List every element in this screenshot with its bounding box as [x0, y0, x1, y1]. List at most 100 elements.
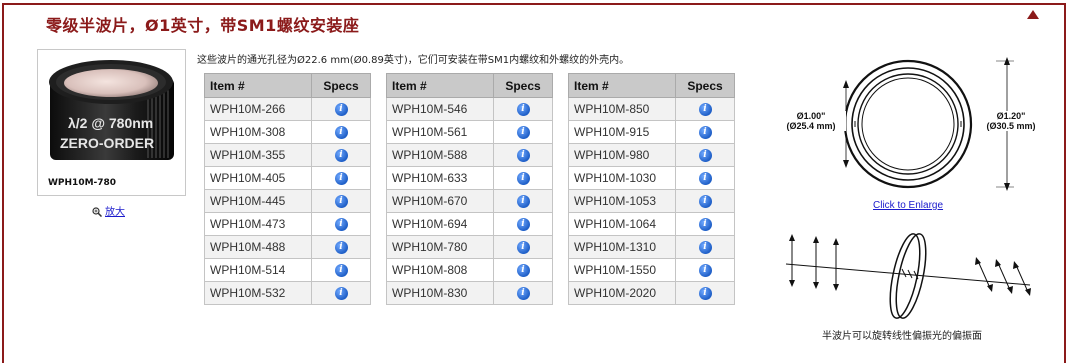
table-row: WPH10M-780 i: [386, 235, 553, 259]
specs-cell: i: [311, 212, 371, 236]
specs-cell: i: [311, 189, 371, 213]
info-icon[interactable]: i: [698, 103, 712, 117]
inner-diameter-inch: Ø1.00": [796, 111, 826, 121]
info-icon[interactable]: i: [516, 195, 530, 209]
specs-cell: i: [493, 120, 553, 144]
table-row: WPH10M-532 i: [204, 281, 371, 305]
table-row: WPH10M-588 i: [386, 143, 553, 167]
specs-cell: i: [311, 258, 371, 282]
product-caption: WPH10M-780: [48, 178, 117, 188]
specs-cell: i: [675, 281, 735, 305]
info-icon[interactable]: i: [698, 172, 712, 186]
item-number: WPH10M-532: [204, 281, 312, 305]
specs-cell: i: [493, 258, 553, 282]
product-image-box[interactable]: λ/2 @ 780nm ZERO-ORDER WPH10M-780: [37, 49, 186, 196]
info-icon[interactable]: i: [334, 218, 348, 232]
info-icon[interactable]: i: [698, 126, 712, 140]
zoom-label: 放大: [105, 207, 125, 218]
info-icon[interactable]: i: [698, 218, 712, 232]
item-number: WPH10M-561: [386, 120, 494, 144]
info-icon[interactable]: i: [334, 241, 348, 255]
info-icon[interactable]: i: [698, 241, 712, 255]
item-number: WPH10M-355: [204, 143, 312, 167]
table-row: WPH10M-694 i: [386, 212, 553, 236]
inner-diameter-label: Ø1.00" (Ø25.4 mm): [776, 111, 846, 131]
specs-cell: i: [311, 143, 371, 167]
specs-cell: i: [311, 281, 371, 305]
item-number: WPH10M-1550: [568, 258, 676, 282]
item-number: WPH10M-488: [204, 235, 312, 259]
click-to-enlarge-link[interactable]: Click to Enlarge: [873, 200, 943, 211]
product-table-2: Item # Specs WPH10M-546 i WPH10M-561 i WPH10…: [386, 73, 553, 305]
specs-cell: i: [493, 281, 553, 305]
table-row: WPH10M-1053 i: [568, 189, 735, 213]
item-number: WPH10M-588: [386, 143, 494, 167]
specs-column-header: Specs: [675, 73, 735, 98]
item-number: WPH10M-1064: [568, 212, 676, 236]
info-icon[interactable]: i: [516, 103, 530, 117]
table-row: WPH10M-808 i: [386, 258, 553, 282]
specs-cell: i: [311, 166, 371, 190]
specs-cell: i: [675, 120, 735, 144]
item-number: WPH10M-445: [204, 189, 312, 213]
table-row: WPH10M-445 i: [204, 189, 371, 213]
lens-text-order: ZERO-ORDER: [60, 135, 154, 151]
info-icon[interactable]: i: [516, 149, 530, 163]
info-icon[interactable]: i: [698, 287, 712, 301]
info-icon[interactable]: i: [698, 195, 712, 209]
magnifier-icon: [92, 207, 102, 217]
info-icon[interactable]: i: [334, 287, 348, 301]
wave-caption: 半波片可以旋转线性偏振光的偏振面: [822, 331, 982, 342]
lens-text-wavelength: λ/2 @ 780nm: [68, 115, 153, 131]
item-number: WPH10M-1030: [568, 166, 676, 190]
item-number: WPH10M-266: [204, 97, 312, 121]
item-column-header: Item #: [204, 73, 312, 98]
table-row: WPH10M-980 i: [568, 143, 735, 167]
table-row: WPH10M-473 i: [204, 212, 371, 236]
table-row: WPH10M-1310 i: [568, 235, 735, 259]
back-to-top-icon[interactable]: [1027, 10, 1039, 19]
item-number: WPH10M-808: [386, 258, 494, 282]
info-icon[interactable]: i: [334, 195, 348, 209]
info-icon[interactable]: i: [516, 241, 530, 255]
info-icon[interactable]: i: [334, 126, 348, 140]
info-icon[interactable]: i: [334, 149, 348, 163]
table-row: WPH10M-266 i: [204, 97, 371, 121]
item-number: WPH10M-670: [386, 189, 494, 213]
item-number: WPH10M-830: [386, 281, 494, 305]
table-row: WPH10M-2020 i: [568, 281, 735, 305]
zoom-link[interactable]: 放大: [92, 203, 125, 218]
item-number: WPH10M-308: [204, 120, 312, 144]
specs-cell: i: [311, 97, 371, 121]
specs-cell: i: [675, 189, 735, 213]
table-row: WPH10M-488 i: [204, 235, 371, 259]
info-icon[interactable]: i: [698, 149, 712, 163]
info-icon[interactable]: i: [334, 172, 348, 186]
info-icon[interactable]: i: [516, 264, 530, 278]
outer-diameter-inch: Ø1.20": [996, 111, 1026, 121]
info-icon[interactable]: i: [334, 264, 348, 278]
specs-cell: i: [675, 235, 735, 259]
specs-cell: i: [493, 166, 553, 190]
specs-cell: i: [493, 97, 553, 121]
info-icon[interactable]: i: [516, 287, 530, 301]
info-icon[interactable]: i: [516, 172, 530, 186]
specs-column-header: Specs: [311, 73, 371, 98]
info-icon[interactable]: i: [516, 218, 530, 232]
info-icon[interactable]: i: [334, 103, 348, 117]
specs-cell: i: [493, 235, 553, 259]
specs-cell: i: [675, 97, 735, 121]
info-icon[interactable]: i: [698, 264, 712, 278]
table-row: WPH10M-1064 i: [568, 212, 735, 236]
product-table-3: Item # Specs WPH10M-850 i WPH10M-915 i WPH10…: [568, 73, 735, 305]
specs-cell: i: [675, 143, 735, 167]
specs-cell: i: [675, 212, 735, 236]
item-number: WPH10M-1053: [568, 189, 676, 213]
description-text: 这些波片的通光孔径为Ø22.6 mm(Ø0.89英寸)，它们可安装在带SM1内螺…: [197, 55, 630, 66]
table-row: WPH10M-670 i: [386, 189, 553, 213]
info-icon[interactable]: i: [516, 126, 530, 140]
specs-column-header: Specs: [493, 73, 553, 98]
item-number: WPH10M-473: [204, 212, 312, 236]
table-row: WPH10M-405 i: [204, 166, 371, 190]
specs-cell: i: [493, 212, 553, 236]
